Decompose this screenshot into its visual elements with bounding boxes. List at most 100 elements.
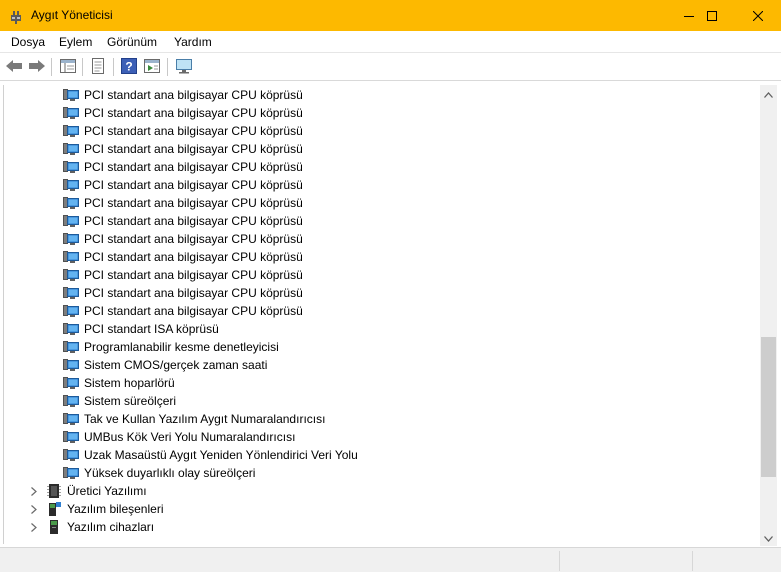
tree-item-device[interactable]: Tak ve Kullan Yazılım Aygıt Numaralandır… (63, 410, 325, 428)
system-device-icon (63, 105, 79, 121)
tree-item-label: PCI standart ana bilgisayar CPU köprüsü (84, 142, 303, 156)
help-icon: ? (121, 57, 137, 77)
tree-item-device[interactable]: PCI standart ana bilgisayar CPU köprüsü (63, 104, 303, 122)
tree-item-label: UMBus Kök Veri Yolu Numaralandırıcısı (84, 430, 296, 444)
chevron-down-icon (764, 531, 773, 545)
tree-item-label: PCI standart ana bilgisayar CPU köprüsü (84, 250, 303, 264)
tree-item-label: PCI standart ana bilgisayar CPU köprüsü (84, 88, 303, 102)
system-device-icon (63, 231, 79, 247)
monitor-icon (175, 58, 193, 77)
tree-item-device[interactable]: PCI standart ana bilgisayar CPU köprüsü (63, 140, 303, 158)
tree-item-device[interactable]: PCI standart ana bilgisayar CPU köprüsü (63, 266, 303, 284)
tree-item-device[interactable]: PCI standart ana bilgisayar CPU köprüsü (63, 212, 303, 230)
tree-item-label: PCI standart ana bilgisayar CPU köprüsü (84, 196, 303, 210)
tree-item-device[interactable]: Uzak Masaüstü Aygıt Yeniden Yönlendirici… (63, 446, 358, 464)
expand-chevron-icon[interactable] (29, 522, 39, 532)
tree-item-label: PCI standart ana bilgisayar CPU köprüsü (84, 304, 303, 318)
tree-item-label: PCI standart ana bilgisayar CPU köprüsü (84, 178, 303, 192)
chevron-up-icon (764, 87, 773, 101)
scroll-thumb[interactable] (761, 337, 776, 477)
tree-item-device[interactable]: Sistem CMOS/gerçek zaman saati (63, 356, 267, 374)
tree-item-label: Sistem süreölçeri (84, 394, 177, 408)
tree-item-device[interactable]: Programlanabilir kesme denetleyicisi (63, 338, 279, 356)
properties-icon (90, 57, 106, 77)
device-manager-icon (8, 8, 24, 24)
close-icon (753, 10, 763, 21)
tree-item-label: Sistem CMOS/gerçek zaman saati (84, 358, 268, 372)
run-icon (144, 58, 160, 77)
system-device-icon (63, 303, 79, 319)
window-title: Aygıt Yöneticisi (31, 8, 113, 22)
back-button[interactable] (4, 57, 24, 77)
tree-item-label: PCI standart ana bilgisayar CPU köprüsü (84, 214, 303, 228)
tree-item-label: PCI standart ana bilgisayar CPU köprüsü (84, 106, 303, 120)
system-device-icon (63, 357, 79, 373)
scroll-up-button[interactable] (760, 85, 777, 102)
tree-item-label: PCI standart ana bilgisayar CPU köprüsü (84, 268, 303, 282)
system-device-icon (63, 177, 79, 193)
tree-item-device[interactable]: PCI standart ana bilgisayar CPU köprüsü (63, 284, 303, 302)
device-tree[interactable]: PCI standart ana bilgisayar CPU köprüsü P… (3, 85, 759, 544)
tree-item-device[interactable]: PCI standart ana bilgisayar CPU köprüsü (63, 302, 303, 320)
maximize-button[interactable] (689, 0, 735, 31)
tree-item-label: PCI standart ana bilgisayar CPU köprüsü (84, 160, 303, 174)
status-bar (0, 547, 781, 572)
system-device-icon (63, 411, 79, 427)
menu-view[interactable]: Görünüm (107, 35, 157, 49)
tree-item-device[interactable]: Sistem süreölçeri (63, 392, 176, 410)
tree-item-label: PCI standart ana bilgisayar CPU köprüsü (84, 124, 303, 138)
tree-item-label: Programlanabilir kesme denetleyicisi (84, 340, 279, 354)
show-hide-tree-button[interactable] (58, 57, 78, 77)
expand-chevron-icon[interactable] (29, 486, 39, 496)
system-device-icon (63, 213, 79, 229)
system-device-icon (63, 195, 79, 211)
system-device-icon (63, 375, 79, 391)
tree-item-device[interactable]: Sistem hoparlörü (63, 374, 175, 392)
tree-item-device[interactable]: PCI standart ana bilgisayar CPU köprüsü (63, 122, 303, 140)
toolbar-separator (167, 58, 168, 76)
vertical-scrollbar[interactable] (760, 85, 777, 546)
system-device-icon (63, 393, 79, 409)
forward-button[interactable] (27, 57, 47, 77)
tree-item-label: Yüksek duyarlıklı olay süreölçeri (84, 466, 256, 480)
help-button[interactable]: ? (119, 57, 139, 77)
tree-item-device[interactable]: UMBus Kök Veri Yolu Numaralandırıcısı (63, 428, 295, 446)
tree-item-label: PCI standart ana bilgisayar CPU köprüsü (84, 286, 303, 300)
system-device-icon (63, 159, 79, 175)
system-device-icon (63, 123, 79, 139)
toolbar: ? (0, 53, 781, 81)
close-button[interactable] (735, 0, 781, 31)
menu-bar: Dosya Eylem Görünüm Yardım (0, 31, 781, 53)
tree-item-label: Tak ve Kullan Yazılım Aygıt Numaralandır… (84, 412, 326, 426)
tree-item-category[interactable]: Yazılım cihazları (46, 518, 154, 536)
tree-item-device[interactable]: PCI standart ana bilgisayar CPU köprüsü (63, 194, 303, 212)
tree-item-device[interactable]: PCI standart ISA köprüsü (63, 320, 219, 338)
tree-item-device[interactable]: PCI standart ana bilgisayar CPU köprüsü (63, 158, 303, 176)
scroll-down-button[interactable] (760, 529, 777, 546)
system-device-icon (63, 249, 79, 265)
monitor-button[interactable] (174, 57, 194, 77)
tree-item-device[interactable]: PCI standart ana bilgisayar CPU köprüsü (63, 176, 303, 194)
tree-item-device[interactable]: PCI standart ana bilgisayar CPU köprüsü (63, 248, 303, 266)
tree-item-device[interactable]: Yüksek duyarlıklı olay süreölçeri (63, 464, 255, 482)
menu-help[interactable]: Yardım (174, 35, 212, 49)
tree-item-label: Üretici Yazılımı (67, 484, 147, 498)
tree-item-device[interactable]: PCI standart ana bilgisayar CPU köprüsü (63, 86, 303, 104)
show-hide-tree-icon (60, 58, 76, 77)
tree-item-label: Sistem hoparlörü (84, 376, 175, 390)
run-button[interactable] (142, 57, 162, 77)
properties-button[interactable] (88, 57, 108, 77)
system-device-icon (63, 267, 79, 283)
forward-icon (28, 59, 46, 76)
tree-item-label: Uzak Masaüstü Aygıt Yeniden Yönlendirici… (84, 448, 358, 462)
system-device-icon (63, 321, 79, 337)
tree-item-category[interactable]: Üretici Yazılımı (46, 482, 147, 500)
tree-item-category[interactable]: Yazılım bileşenleri (46, 500, 163, 518)
maximize-icon (707, 10, 717, 21)
menu-file[interactable]: Dosya (11, 35, 45, 49)
back-icon (5, 59, 23, 76)
menu-action[interactable]: Eylem (59, 35, 92, 49)
expand-chevron-icon[interactable] (29, 504, 39, 514)
tree-item-device[interactable]: PCI standart ana bilgisayar CPU köprüsü (63, 230, 303, 248)
title-bar[interactable]: Aygıt Yöneticisi (0, 0, 781, 31)
